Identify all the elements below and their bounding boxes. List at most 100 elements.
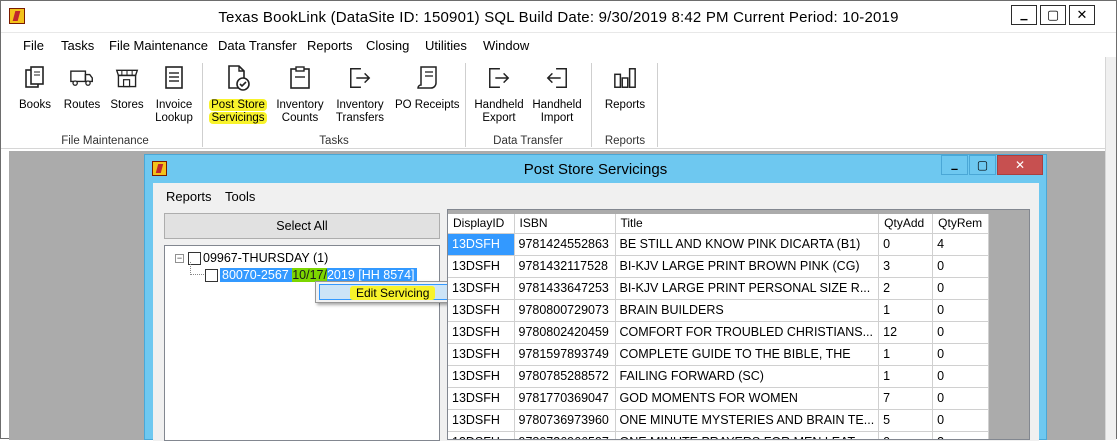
reports-label: Reports	[604, 99, 646, 111]
table-cell[interactable]: 1	[878, 365, 934, 388]
table-cell[interactable]: 4	[932, 233, 990, 256]
column-header[interactable]: ISBN	[514, 214, 616, 234]
invoice-lookup-button[interactable]: Invoice Lookup	[151, 65, 197, 125]
table-cell[interactable]: 13DSFH	[448, 365, 515, 388]
table-cell[interactable]: 13DSFH	[448, 299, 515, 322]
app-window: Texas BookLink (DataSite ID: 150901) SQL…	[0, 0, 1117, 441]
table-row[interactable]: 13DSFH 9781770369047 GOD MOMENTS FOR WOMEN…	[448, 387, 990, 410]
table-row[interactable]: 13DSFH 9781597893749 COMPLETE GUIDE TO THE…	[448, 343, 990, 366]
table-cell[interactable]: 2	[878, 277, 934, 300]
child-restore-button[interactable]: ▢	[969, 155, 996, 175]
table-cell[interactable]: 5	[878, 409, 934, 432]
column-header[interactable]: DisplayID	[448, 214, 515, 234]
table-cell[interactable]: 13DSFH	[448, 409, 515, 432]
handheld-export-button[interactable]: Handheld Export	[471, 65, 527, 125]
table-cell[interactable]: 13DSFH	[448, 343, 515, 366]
routes-button[interactable]: Routes	[59, 65, 105, 112]
table-cell[interactable]: 0	[932, 299, 990, 322]
tree-checkbox-servicing[interactable]	[205, 268, 218, 282]
table-cell[interactable]: BI-KJV LARGE PRINT PERSONAL SIZE R...	[615, 277, 880, 300]
table-cell[interactable]: 3	[878, 255, 934, 278]
menu-utilities[interactable]: Utilities	[425, 38, 467, 53]
servicing-date-highlight: 10/17/	[292, 268, 327, 282]
tree-node-servicing[interactable]: 80070-2567 10/17/2019 [HH 8574]	[205, 268, 417, 282]
menu-tasks[interactable]: Tasks	[61, 38, 94, 53]
table-cell[interactable]: 9780800729073	[514, 299, 616, 322]
table-cell[interactable]: 0	[932, 277, 990, 300]
table-cell[interactable]: GOD MOMENTS FOR WOMEN	[615, 387, 880, 410]
table-cell[interactable]: 0	[932, 409, 990, 432]
child-close-button[interactable]: ✕	[997, 155, 1043, 175]
table-cell[interactable]: 9780736973960	[514, 409, 616, 432]
inventory-transfers-button[interactable]: Inventory Transfers	[333, 65, 387, 125]
table-cell[interactable]: COMPLETE GUIDE TO THE BIBLE, THE	[615, 343, 880, 366]
table-row[interactable]: 13DSFH 9781424552863 BE STILL AND KNOW PIN…	[448, 233, 990, 256]
table-cell[interactable]: 0	[932, 321, 990, 344]
table-cell[interactable]: 12	[878, 321, 934, 344]
table-cell[interactable]: 0	[932, 365, 990, 388]
stores-button[interactable]: Stores	[107, 65, 147, 112]
menu-file[interactable]: File	[23, 38, 44, 53]
close-button[interactable]: ✕	[1069, 5, 1095, 25]
table-cell[interactable]: 13DSFH	[448, 255, 515, 278]
table-cell[interactable]: 9781597893749	[514, 343, 616, 366]
table-cell[interactable]: 9781424552863	[514, 233, 616, 256]
table-cell[interactable]: 13DSFH	[448, 321, 515, 344]
table-cell[interactable]: 13DSFH	[448, 233, 515, 256]
table-cell[interactable]: 1	[878, 343, 934, 366]
table-cell[interactable]: FAILING FORWARD (SC)	[615, 365, 880, 388]
reports-button[interactable]: Reports	[599, 65, 651, 112]
table-cell[interactable]: BE STILL AND KNOW PINK DICARTA (B1)	[615, 233, 880, 256]
table-cell[interactable]: BI-KJV LARGE PRINT BROWN PINK (CG)	[615, 255, 880, 278]
table-cell[interactable]: 9780802420459	[514, 321, 616, 344]
inventory-counts-button[interactable]: Inventory Counts	[273, 65, 327, 125]
ribbon-separator	[657, 63, 658, 147]
edit-servicing-menu-item[interactable]: Edit Servicing	[319, 284, 457, 300]
table-cell[interactable]: 0	[878, 233, 934, 256]
table-cell[interactable]: 9780785288572	[514, 365, 616, 388]
table-row[interactable]: 13DSFH 9780736973960 ONE MINUTE MYSTERIES …	[448, 409, 990, 432]
table-cell[interactable]: 9781433647253	[514, 277, 616, 300]
table-row[interactable]: 13DSFH 9780800729073 BRAIN BUILDERS 1 0	[448, 299, 990, 322]
child-menu-tools[interactable]: Tools	[225, 189, 255, 204]
select-all-button[interactable]: Select All	[164, 213, 440, 239]
table-row[interactable]: 13DSFH 9780785288572 FAILING FORWARD (SC) 1…	[448, 365, 990, 388]
menu-closing[interactable]: Closing	[366, 38, 409, 53]
table-cell[interactable]: BRAIN BUILDERS	[615, 299, 880, 322]
table-row[interactable]: 13DSFH 9781433647253 BI-KJV LARGE PRINT PE…	[448, 277, 990, 300]
invoice-label-2: Lookup	[155, 112, 193, 124]
vertical-scrollbar[interactable]	[1105, 57, 1116, 440]
handheld-import-button[interactable]: Handheld Import	[529, 65, 585, 125]
inventory-transfers-label-2: Transfers	[335, 112, 385, 124]
menu-file-maintenance[interactable]: File Maintenance	[109, 38, 208, 53]
child-menu-reports[interactable]: Reports	[166, 189, 212, 204]
minimize-button[interactable]: ▁	[1011, 5, 1037, 25]
table-cell[interactable]: COMFORT FOR TROUBLED CHRISTIANS...	[615, 321, 880, 344]
po-receipts-button[interactable]: PO Receipts	[395, 65, 460, 112]
table-cell[interactable]: ONE MINUTE MYSTERIES AND BRAIN TE...	[615, 409, 880, 432]
menu-window[interactable]: Window	[483, 38, 529, 53]
table-cell[interactable]: 9781432117528	[514, 255, 616, 278]
inventory-counts-label-1: Inventory	[276, 99, 324, 111]
child-minimize-button[interactable]: ▁	[941, 155, 968, 175]
table-cell[interactable]: 9781770369047	[514, 387, 616, 410]
post-store-servicings-button[interactable]: Post Store Servicings	[209, 65, 267, 125]
menu-data-transfer[interactable]: Data Transfer	[218, 38, 297, 53]
table-cell[interactable]: 13DSFH	[448, 277, 515, 300]
table-cell[interactable]: 1	[878, 299, 934, 322]
books-button[interactable]: Books	[15, 65, 55, 112]
table-row[interactable]: 13DSFH 9781432117528 BI-KJV LARGE PRINT BR…	[448, 255, 990, 278]
tree-connector	[190, 262, 204, 275]
table-row[interactable]: 13DSFH 9780802420459 COMFORT FOR TROUBLED …	[448, 321, 990, 344]
table-cell[interactable]: 0	[932, 255, 990, 278]
table-cell[interactable]: 13DSFH	[448, 387, 515, 410]
table-cell[interactable]: 0	[932, 343, 990, 366]
column-header[interactable]: QtyAdd	[878, 214, 934, 234]
table-cell[interactable]: 0	[932, 387, 990, 410]
table-cell[interactable]: 7	[878, 387, 934, 410]
menu-reports[interactable]: Reports	[307, 38, 353, 53]
collapse-icon[interactable]: −	[175, 253, 184, 263]
column-header[interactable]: QtyRem	[932, 214, 990, 234]
column-header[interactable]: Title	[615, 214, 880, 234]
restore-button[interactable]: ▢	[1040, 5, 1066, 25]
